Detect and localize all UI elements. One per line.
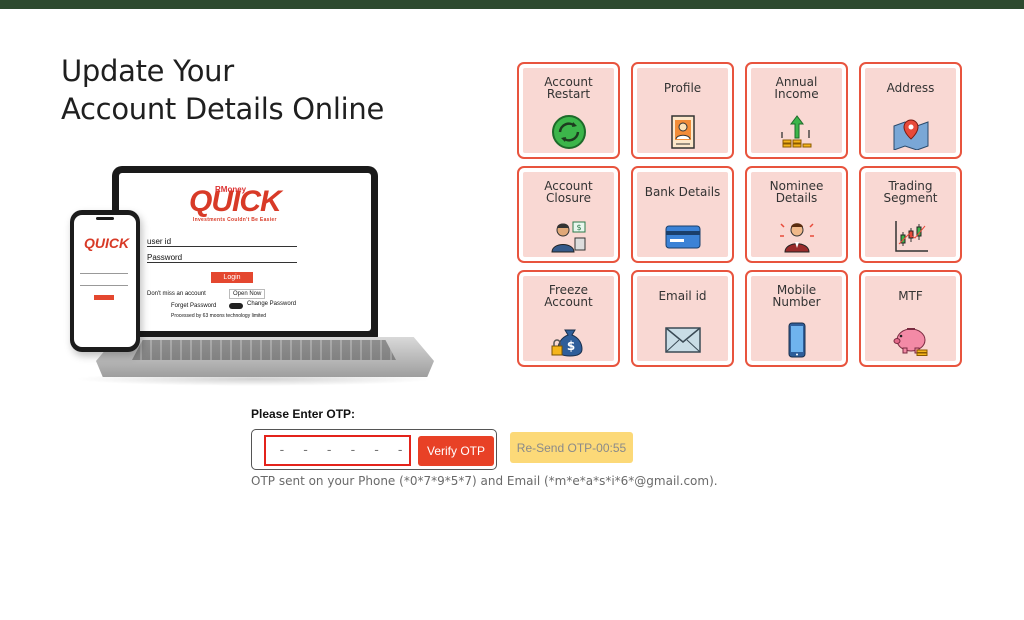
card-label: Annual Income: [774, 75, 819, 101]
card-label: Address: [886, 81, 935, 95]
brand-tagline: Investments Couldn't Be Easier: [192, 217, 277, 223]
card-body: Mobile Number: [751, 276, 842, 361]
income-icon: [780, 115, 811, 148]
candlestick-icon: [894, 221, 928, 252]
map-pin-icon: [893, 119, 928, 150]
card-profile[interactable]: Profile: [631, 62, 734, 159]
credit-card-icon: [665, 225, 700, 249]
card-body: Trading Segment: [865, 172, 956, 257]
card-body: Bank Details: [637, 172, 728, 257]
card-label: MTF: [898, 289, 923, 303]
card-body: Nominee Details: [751, 172, 842, 257]
page-title: Update Your Account Details Online: [61, 52, 384, 128]
otp-form: Verify OTP: [251, 429, 497, 470]
otp-title: Please Enter OTP:: [251, 407, 356, 421]
phone-field: [80, 273, 128, 274]
card-email-id[interactable]: Email id: [631, 270, 734, 367]
page-title-line-2: Account Details Online: [61, 92, 385, 126]
card-body: MTF: [865, 276, 956, 361]
card-label: Profile: [663, 81, 702, 95]
laptop-open-now: Open Now: [229, 289, 266, 299]
phone-field: [80, 285, 128, 286]
card-annual-income[interactable]: Annual Income: [745, 62, 848, 159]
verify-otp-button[interactable]: Verify OTP: [418, 436, 494, 466]
piggy-bank-icon: [893, 328, 927, 356]
phone-notch: [96, 217, 114, 220]
otp-sent-note: OTP sent on your Phone (*0*7*9*5*7) and …: [251, 474, 718, 488]
top-bar: [0, 0, 1024, 9]
card-freeze-account[interactable]: Freeze Account $: [517, 270, 620, 367]
card-label: Mobile Number: [772, 283, 821, 309]
options-grid: Account Restart Profile Annual Income Ad…: [517, 62, 964, 367]
laptop-forgot: Forget Password: [171, 303, 217, 309]
money-lock-icon: $: [551, 329, 583, 357]
laptop-screen: RMoney QUICK Investments Couldn't Be Eas…: [112, 166, 378, 338]
resend-otp-button[interactable]: Re-Send OTP-00:55: [510, 432, 633, 463]
laptop-no-account: Don't miss an account: [147, 291, 206, 297]
otp-input[interactable]: [264, 435, 411, 466]
card-label: Nominee Details: [769, 179, 824, 205]
laptop-login-button: Login: [211, 272, 253, 283]
card-nominee-details[interactable]: Nominee Details: [745, 166, 848, 263]
phone: QUICK: [70, 210, 140, 352]
svg-text:$: $: [566, 339, 574, 353]
svg-text:$: $: [576, 223, 581, 232]
laptop-toggle: [229, 303, 243, 309]
brand-top: RMoney: [215, 185, 247, 194]
card-body: Annual Income: [751, 68, 842, 153]
phone-brand: QUICK: [84, 235, 130, 251]
card-mtf[interactable]: MTF: [859, 270, 962, 367]
closure-icon: $: [550, 221, 585, 253]
card-label: Email id: [658, 289, 707, 303]
card-account-restart[interactable]: Account Restart: [517, 62, 620, 159]
laptop-keyboard: [132, 340, 396, 360]
laptop-change: Change Password: [247, 301, 297, 307]
brand-logo: RMoney QUICK Investments Couldn't Be Eas…: [189, 185, 282, 223]
card-label: Account Closure: [544, 179, 593, 205]
laptop-password-label: Password: [147, 253, 297, 263]
card-trading-segment[interactable]: Trading Segment: [859, 166, 962, 263]
card-label: Account Restart: [544, 75, 593, 101]
card-bank-details[interactable]: Bank Details: [631, 166, 734, 263]
phone-login-button: [94, 295, 114, 300]
card-mobile-number[interactable]: Mobile Number: [745, 270, 848, 367]
card-label: Trading Segment: [883, 179, 938, 205]
refresh-icon: [551, 115, 586, 149]
card-body: Email id: [637, 276, 728, 361]
nominee-icon: [779, 223, 814, 253]
page-title-line-1: Update Your: [61, 54, 234, 88]
card-body: Address: [865, 68, 956, 153]
card-account-closure[interactable]: Account Closure $: [517, 166, 620, 263]
laptop-user-label: user id: [147, 237, 297, 247]
card-body: Freeze Account $: [523, 276, 614, 361]
laptop-screen-content: RMoney QUICK Investments Couldn't Be Eas…: [119, 173, 371, 331]
card-label: Freeze Account: [544, 283, 593, 309]
card-body: Profile: [637, 68, 728, 153]
devices-illustration: RMoney QUICK Investments Couldn't Be Eas…: [64, 162, 442, 387]
card-body: Account Closure $: [523, 172, 614, 257]
envelope-icon: [664, 327, 701, 353]
card-label: Bank Details: [644, 185, 721, 199]
profile-icon: [670, 115, 695, 149]
mobile-icon: [788, 322, 805, 358]
card-body: Account Restart: [523, 68, 614, 153]
phone-screen: QUICK: [74, 215, 136, 347]
laptop-processed: Processed by 63 moons technology limited: [171, 313, 267, 319]
card-address[interactable]: Address: [859, 62, 962, 159]
